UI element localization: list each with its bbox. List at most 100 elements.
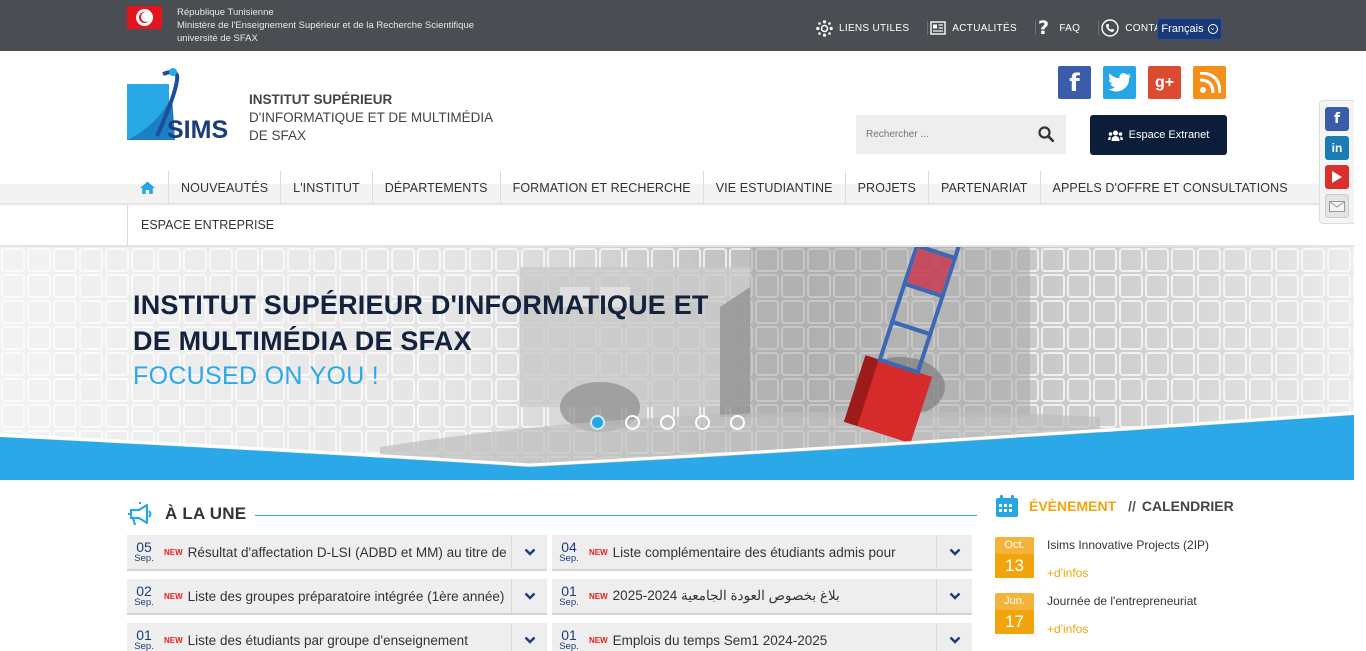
nav-appels-offre[interactable]: APPELS D'OFFRE ET CONSULTATIONS xyxy=(1041,171,1300,204)
tunisia-flag-icon xyxy=(127,6,162,29)
new-badge: NEW xyxy=(589,591,608,601)
news-item[interactable]: 01 Sep. NEW Emplois du temps Sem1 2024-20… xyxy=(552,623,972,651)
news-title: À LA UNE xyxy=(165,504,247,523)
institute-line1: INSTITUT SUPÉRIEUR xyxy=(249,92,393,107)
nav-projets[interactable]: PROJETS xyxy=(846,171,929,204)
facebook-share-icon[interactable]: f xyxy=(1325,107,1349,131)
government-header: République Tunisienne Ministère de l'Ens… xyxy=(177,6,474,45)
main-nav: NOUVEAUTÉS L'INSTITUT DÉPARTEMENTS FORMA… xyxy=(127,171,1300,204)
search-icon[interactable] xyxy=(1038,126,1055,147)
calendar-icon xyxy=(996,495,1018,517)
event-date: Oct. 13 xyxy=(995,537,1034,578)
side-share-bar: f in xyxy=(1319,100,1354,224)
search-box xyxy=(856,115,1066,154)
calendar-title[interactable]: CALENDRIER xyxy=(1142,498,1234,514)
event-date: Jun. 17 xyxy=(995,593,1034,634)
social-links: f g+ xyxy=(1058,66,1238,99)
isims-logo[interactable]: SIMS xyxy=(127,66,232,144)
top-link-label: FAQ xyxy=(1059,22,1081,34)
slider-dot-3[interactable] xyxy=(660,415,675,430)
news-date: 02 Sep. xyxy=(134,583,154,608)
new-badge: NEW xyxy=(164,547,183,557)
email-share-icon[interactable] xyxy=(1325,194,1349,218)
news-item[interactable]: 01 Sep. NEW 2025-2024 بلاغ بخصوص العودة ا… xyxy=(552,579,972,615)
top-link-faq[interactable]: ? FAQ xyxy=(1037,17,1100,39)
top-link-useful-links[interactable]: LIENS UTILES xyxy=(816,19,929,37)
events-title[interactable]: ÉVÈNEMENT xyxy=(1029,498,1116,514)
nav-formation-recherche[interactable]: FORMATION ET RECHERCHE xyxy=(501,171,704,204)
nav-partenariat[interactable]: PARTENARIAT xyxy=(929,171,1041,204)
top-link-news[interactable]: ACTUALITÉS xyxy=(930,21,1036,35)
slider-dot-2[interactable] xyxy=(625,415,640,430)
news-item[interactable]: 05 Sep. NEW Résultat d'affectation D-LSI … xyxy=(127,535,547,571)
news-text: Résultat d'affectation D-LSI (ADBD et MM… xyxy=(187,544,507,560)
news-text: Emplois du temps Sem1 2024-2025 xyxy=(612,632,828,648)
chevron-down-icon[interactable] xyxy=(511,579,547,613)
top-links: LIENS UTILES ACTUALITÉS ? FAQ CONTACT xyxy=(816,17,1195,39)
google-plus-icon[interactable]: g+ xyxy=(1148,66,1181,99)
event-name[interactable]: Journée de l'entrepreneuriat xyxy=(1047,594,1197,608)
slider-dot-5[interactable] xyxy=(730,415,745,430)
nav-home[interactable] xyxy=(127,171,169,204)
events-separator: // xyxy=(1128,498,1136,514)
news-date: 05 Sep. xyxy=(134,539,154,564)
news-section-title: À LA UNE xyxy=(127,502,246,526)
chevron-down-icon[interactable] xyxy=(936,579,972,613)
news-text: Liste des étudiants par groupe d'enseign… xyxy=(187,632,468,648)
hero-title: INSTITUT SUPÉRIEUR D'INFORMATIQUE ET DE … xyxy=(133,287,709,359)
chevron-down-icon[interactable] xyxy=(936,623,972,651)
nav-departements[interactable]: DÉPARTEMENTS xyxy=(373,171,501,204)
nav-institut[interactable]: L'INSTITUT xyxy=(281,171,373,204)
chevron-down-icon[interactable] xyxy=(511,535,547,569)
nav-espace-entreprise[interactable]: ESPACE ENTREPRISE xyxy=(127,205,287,245)
megaphone-icon xyxy=(128,502,152,526)
events-section-title: ÉVÈNEMENT // CALENDRIER xyxy=(995,494,1234,518)
news-text: Liste complémentaire des étudiants admis… xyxy=(612,544,896,560)
news-date: 01 Sep. xyxy=(559,583,579,608)
new-badge: NEW xyxy=(164,591,183,601)
users-icon xyxy=(1107,130,1123,141)
twitter-icon[interactable] xyxy=(1103,66,1136,99)
event-name[interactable]: Isims Innovative Projects (2IP) xyxy=(1047,538,1209,552)
search-input[interactable] xyxy=(856,115,1026,154)
phone-icon xyxy=(1101,19,1119,37)
extranet-button[interactable]: Espace Extranet xyxy=(1090,115,1227,155)
chevron-down-icon[interactable] xyxy=(936,535,972,569)
logo-text: SIMS xyxy=(167,116,228,142)
question-icon: ? xyxy=(1037,17,1050,39)
slider-dots xyxy=(590,415,765,430)
language-label: Français xyxy=(1161,23,1204,35)
nav-vie-estudiantine[interactable]: VIE ESTUDIANTINE xyxy=(704,171,846,204)
language-selector[interactable]: Français ⌄ xyxy=(1157,18,1222,40)
rss-icon[interactable] xyxy=(1193,66,1226,99)
new-badge: NEW xyxy=(164,635,183,645)
event-more-link[interactable]: +d'infos xyxy=(1047,566,1088,580)
hero-title-line1: INSTITUT SUPÉRIEUR D'INFORMATIQUE ET xyxy=(133,290,709,320)
chevron-down-icon[interactable] xyxy=(511,623,547,651)
event-more-link[interactable]: +d'infos xyxy=(1047,622,1088,636)
extranet-label: Espace Extranet xyxy=(1128,129,1210,141)
top-link-label: ACTUALITÉS xyxy=(952,22,1017,34)
home-icon xyxy=(140,181,155,194)
youtube-share-icon[interactable] xyxy=(1325,165,1349,189)
new-badge: NEW xyxy=(589,547,608,557)
chevron-down-icon: ⌄ xyxy=(1207,24,1218,34)
news-text: Liste des groupes préparatoire intégrée … xyxy=(187,588,505,604)
nav-nouveautes[interactable]: NOUVEAUTÉS xyxy=(169,171,282,204)
news-date: 01 Sep. xyxy=(134,627,154,651)
newspaper-icon xyxy=(930,21,946,35)
news-item[interactable]: 01 Sep. NEW Liste des étudiants par group… xyxy=(127,623,547,651)
slider-dot-1[interactable] xyxy=(590,415,605,430)
linkedin-share-icon[interactable]: in xyxy=(1325,136,1349,160)
news-item[interactable]: 04 Sep. NEW Liste complémentaire des étud… xyxy=(552,535,972,571)
news-date: 04 Sep. xyxy=(559,539,579,564)
news-item[interactable]: 02 Sep. NEW Liste des groupes préparatoir… xyxy=(127,579,547,615)
facebook-icon[interactable]: f xyxy=(1058,66,1091,99)
network-icon xyxy=(816,19,833,37)
new-badge: NEW xyxy=(589,635,608,645)
top-link-label: LIENS UTILES xyxy=(839,22,910,34)
slider-dot-4[interactable] xyxy=(695,415,710,430)
gov-line-ministry: Ministère de l'Enseignement Supérieur et… xyxy=(177,20,475,31)
institute-line2: D'INFORMATIQUE ET DE MULTIMÉDIA xyxy=(249,110,494,125)
gov-line-university: université de SFAX xyxy=(177,33,258,44)
